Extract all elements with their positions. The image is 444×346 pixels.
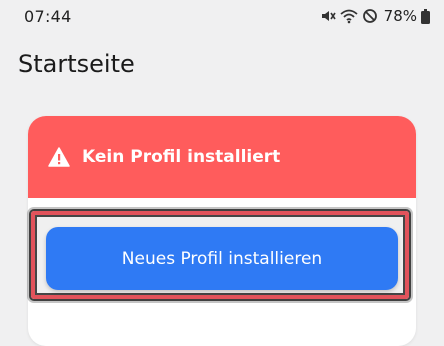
- install-new-profile-button[interactable]: Neues Profil installieren: [46, 227, 398, 290]
- warning-icon: [48, 147, 70, 167]
- wifi-icon: [340, 8, 358, 24]
- mute-icon: [320, 8, 336, 24]
- status-icons: 78%: [320, 6, 430, 26]
- battery-icon: [421, 8, 430, 24]
- status-bar: 07:44 78%: [0, 0, 444, 34]
- status-time: 07:44: [24, 7, 72, 26]
- alert-header: Kein Profil installiert: [28, 116, 416, 198]
- alert-header-text: Kein Profil installiert: [82, 147, 281, 167]
- page-title: Startseite: [18, 50, 135, 78]
- do-not-disturb-icon: [362, 8, 378, 24]
- battery-percentage: 78%: [383, 7, 417, 25]
